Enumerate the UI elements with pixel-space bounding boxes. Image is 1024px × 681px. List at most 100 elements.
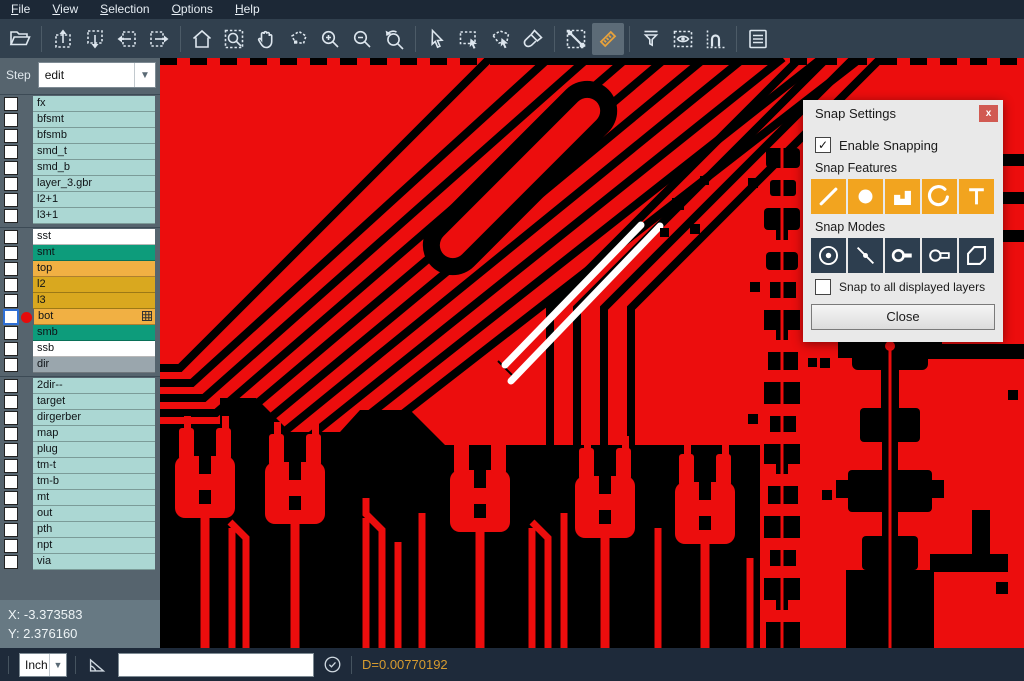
layer-visibility-checkbox[interactable] [4,145,18,159]
layer-visibility-checkbox[interactable] [4,395,18,409]
unit-select[interactable]: Inch ▼ [19,653,67,677]
apply-check-icon[interactable] [322,654,343,675]
layer-label[interactable]: l2+1 [33,192,155,208]
layer-label[interactable]: tm-b [33,474,155,490]
snap-mode-pad-entry-button[interactable] [885,238,920,273]
layer-label[interactable]: mt [33,490,155,506]
pan-left-button[interactable] [111,23,143,55]
layer-label[interactable]: plug [33,442,155,458]
layer-label[interactable]: sst [33,229,155,245]
layer-row-l2+1[interactable]: l2+1 [0,192,160,208]
layer-visibility-checkbox[interactable] [4,97,18,111]
measure-ruler-button[interactable] [592,23,624,55]
zoom-window-button[interactable] [218,23,250,55]
layer-row-l2[interactable]: l2 [0,277,160,293]
layer-label[interactable]: out [33,506,155,522]
zoom-home-button[interactable] [186,23,218,55]
layer-label[interactable]: l2 [33,277,155,293]
layer-row-l3[interactable]: l3 [0,293,160,309]
layer-row-mt[interactable]: mt [0,490,160,506]
pan-up-button[interactable] [47,23,79,55]
layer-label[interactable]: smb [33,325,155,341]
layer-label[interactable]: tm-t [33,458,155,474]
layer-visibility-checkbox[interactable] [4,193,18,207]
snap-feature-text-button[interactable] [959,179,994,214]
layer-row-bot[interactable]: bot [0,309,160,325]
coordinate-input[interactable] [118,653,314,677]
layer-label[interactable]: dirgerber [33,410,155,426]
layer-row-layer_3.gbr[interactable]: layer_3.gbr [0,176,160,192]
layer-row-l3+1[interactable]: l3+1 [0,208,160,224]
layer-row-smd_b[interactable]: smd_b [0,160,160,176]
layer-visibility-checkbox[interactable] [4,523,18,537]
layer-row-dir[interactable]: dir [0,357,160,373]
layer-label[interactable]: via [33,554,155,570]
zoom-previous-button[interactable] [378,23,410,55]
menu-view[interactable]: View [41,0,89,19]
layer-row-smd_t[interactable]: smd_t [0,144,160,160]
snap-feature-surface-button[interactable] [885,179,920,214]
layer-row-npt[interactable]: npt [0,538,160,554]
layer-row-map[interactable]: map [0,426,160,442]
pan-right-button[interactable] [143,23,175,55]
layer-label[interactable]: top [33,261,155,277]
layer-label[interactable]: 2dir-- [33,378,155,394]
layer-visibility-checkbox[interactable] [4,161,18,175]
layer-visibility-checkbox[interactable] [4,209,18,223]
layer-label[interactable]: map [33,426,155,442]
layer-row-pth[interactable]: pth [0,522,160,538]
layer-visibility-checkbox[interactable] [4,326,18,340]
enable-snapping-checkbox[interactable]: ✓ [815,137,831,153]
filter-button[interactable] [635,23,667,55]
close-icon[interactable]: x [979,105,998,122]
step-select[interactable]: edit ▼ [38,62,156,88]
layer-visibility-checkbox[interactable] [4,262,18,276]
layer-label[interactable]: smd_b [33,160,155,176]
layer-visibility-checkbox[interactable] [4,246,18,260]
layer-visibility-checkbox[interactable] [4,555,18,569]
snap-mode-region-button[interactable] [959,238,994,273]
menu-selection[interactable]: Selection [89,0,160,19]
layer-visibility-checkbox[interactable] [4,507,18,521]
layer-row-2dir--[interactable]: 2dir-- [0,378,160,394]
layer-row-out[interactable]: out [0,506,160,522]
layer-visibility-checkbox[interactable] [4,129,18,143]
layer-row-smb[interactable]: smb [0,325,160,341]
pan-hand-button[interactable] [250,23,282,55]
layer-visibility-checkbox[interactable] [4,427,18,441]
select-cursor-button[interactable] [421,23,453,55]
select-window-button[interactable] [453,23,485,55]
layer-label[interactable]: l3 [33,293,155,309]
layer-row-bfsmb[interactable]: bfsmb [0,128,160,144]
layer-label[interactable]: dir [33,357,155,373]
layer-label[interactable]: smt [33,245,155,261]
layer-visibility-checkbox[interactable] [4,230,18,244]
select-polygon-button[interactable] [485,23,517,55]
layer-label[interactable]: layer_3.gbr [33,176,155,192]
select-brush-button[interactable] [517,23,549,55]
layer-row-bfsmt[interactable]: bfsmt [0,112,160,128]
layer-label[interactable]: bfsmt [33,112,155,128]
layer-row-dirgerber[interactable]: dirgerber [0,410,160,426]
zoom-in-button[interactable] [314,23,346,55]
layer-row-target[interactable]: target [0,394,160,410]
snap-mode-line-middle-button[interactable] [848,238,883,273]
layer-visibility-checkbox[interactable] [4,177,18,191]
dialog-title-bar[interactable]: Snap Settings x [803,100,1003,127]
layer-visibility-checkbox[interactable] [4,278,18,292]
layer-visibility-checkbox[interactable] [4,358,18,372]
layer-visibility-checkbox[interactable] [4,294,18,308]
layer-visibility-checkbox[interactable] [3,309,19,325]
layer-label[interactable]: ssb [33,341,155,357]
layer-row-plug[interactable]: plug [0,442,160,458]
layer-row-smt[interactable]: smt [0,245,160,261]
layer-row-ssb[interactable]: ssb [0,341,160,357]
layer-label[interactable]: fx [33,96,155,112]
layer-label[interactable]: pth [33,522,155,538]
snap-feature-line-button[interactable] [811,179,846,214]
zoom-out-button[interactable] [346,23,378,55]
measure-line-button[interactable] [560,23,592,55]
menu-options[interactable]: Options [161,0,224,19]
layer-row-tm-b[interactable]: tm-b [0,474,160,490]
layer-label[interactable]: bot [34,309,155,325]
